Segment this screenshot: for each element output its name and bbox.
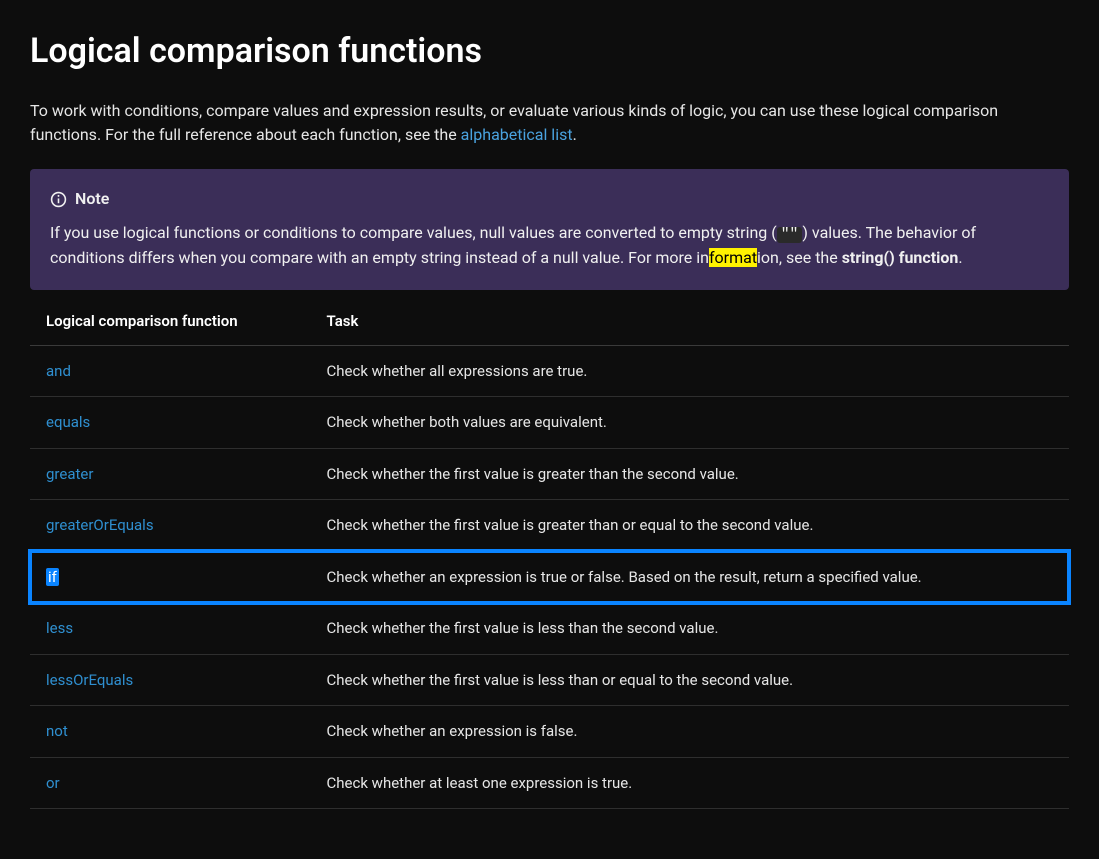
table-cell-task: Check whether the first value is greater…: [311, 500, 1069, 552]
table-row: not Check whether an expression is false.: [30, 706, 1069, 758]
info-icon: [50, 191, 67, 208]
alphabetical-list-link[interactable]: alphabetical list: [461, 125, 573, 144]
table-cell-task: Check whether all expressions are true.: [311, 345, 1069, 397]
table-header-row: Logical comparison function Task: [30, 298, 1069, 345]
table-cell-task: Check whether the first value is less th…: [311, 603, 1069, 655]
function-link[interactable]: greaterOrEquals: [46, 516, 154, 534]
note-box: Note If you use logical functions or con…: [30, 169, 1069, 290]
table-header-col1: Logical comparison function: [30, 298, 311, 345]
table-header-col2: Task: [311, 298, 1069, 345]
note-header: Note: [50, 187, 1049, 211]
table-row: equals Check whether both values are equi…: [30, 397, 1069, 449]
table-cell-function: and: [30, 345, 311, 397]
string-function-link[interactable]: string() function: [842, 248, 959, 267]
table-cell-function: lessOrEquals: [30, 654, 311, 706]
note-body-code: "": [777, 227, 803, 243]
function-link[interactable]: equals: [46, 413, 90, 431]
table-row: lessOrEquals Check whether the first valu…: [30, 654, 1069, 706]
table-cell-task: Check whether at least one expression is…: [311, 757, 1069, 809]
note-label: Note: [75, 187, 109, 211]
table-cell-function: or: [30, 757, 311, 809]
function-link[interactable]: lessOrEquals: [46, 671, 133, 689]
table-cell-function: not: [30, 706, 311, 758]
table-cell-task: Check whether an expression is true or f…: [311, 551, 1069, 603]
note-body-part3: ion, see the: [757, 248, 842, 267]
function-link[interactable]: greater: [46, 465, 93, 483]
function-link[interactable]: or: [46, 774, 60, 792]
table-row: and Check whether all expressions are tru…: [30, 345, 1069, 397]
table-cell-task: Check whether both values are equivalent…: [311, 397, 1069, 449]
table-row: or Check whether at least one expression …: [30, 757, 1069, 809]
note-body-highlight: format: [709, 248, 757, 267]
table-cell-function: if: [30, 551, 311, 603]
note-body-part4: .: [958, 248, 962, 267]
intro-text-after: .: [573, 125, 577, 144]
page-container: Logical comparison functions To work wit…: [0, 0, 1099, 849]
function-link[interactable]: and: [46, 362, 71, 380]
table-row: less Check whether the first value is les…: [30, 603, 1069, 655]
function-link[interactable]: less: [46, 619, 73, 637]
intro-paragraph: To work with conditions, compare values …: [30, 99, 1069, 147]
table-cell-function: greater: [30, 448, 311, 500]
note-body: If you use logical functions or conditio…: [50, 221, 1049, 270]
functions-table: Logical comparison function Task and Chec…: [30, 298, 1069, 809]
table-cell-function: equals: [30, 397, 311, 449]
note-body-part1: If you use logical functions or conditio…: [50, 223, 777, 242]
table-row: greaterOrEquals Check whether the first v…: [30, 500, 1069, 552]
table-row: greater Check whether the first value is …: [30, 448, 1069, 500]
table-cell-task: Check whether an expression is false.: [311, 706, 1069, 758]
page-title: Logical comparison functions: [30, 26, 1069, 77]
function-link[interactable]: if: [46, 568, 59, 586]
table-cell-function: greaterOrEquals: [30, 500, 311, 552]
table-cell-function: less: [30, 603, 311, 655]
table-row: if Check whether an expression is true or…: [30, 551, 1069, 603]
table-cell-task: Check whether the first value is less th…: [311, 654, 1069, 706]
table-cell-task: Check whether the first value is greater…: [311, 448, 1069, 500]
function-link[interactable]: not: [46, 722, 68, 740]
